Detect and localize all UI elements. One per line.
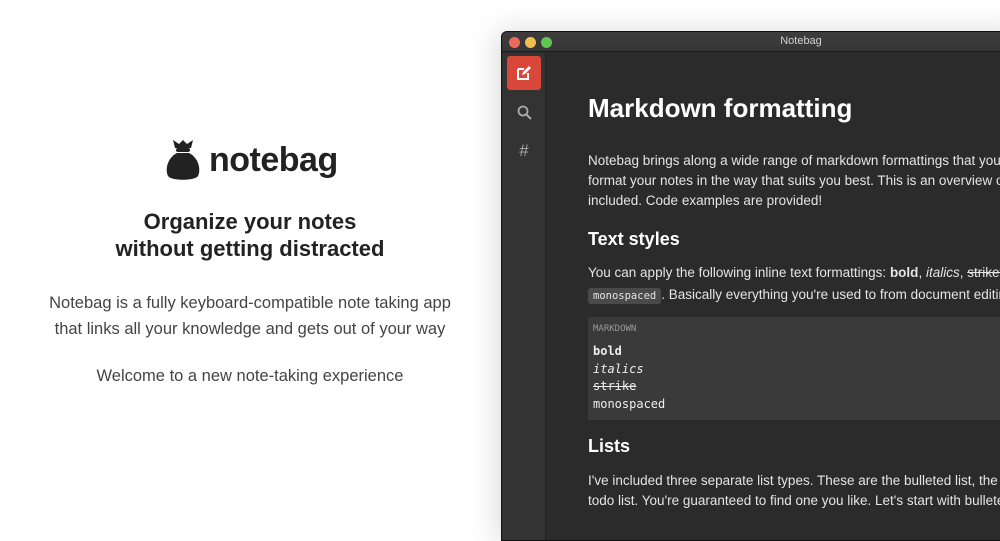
money-bag-icon (166, 140, 200, 180)
description: Notebag is a fully keyboard-compatible n… (0, 290, 500, 342)
text-line: format your notes in the way that suits … (588, 173, 1000, 188)
note-editor[interactable]: Markdown formatting Notebag brings along… (588, 53, 1000, 540)
welcome-text: Welcome to a new note-taking experience (96, 367, 404, 385)
sidebar: # (502, 53, 546, 540)
strike-text: strikethrough (967, 265, 1000, 280)
text: , (918, 265, 926, 280)
lists-paragraph: I've included three separate list types.… (588, 471, 1000, 511)
tagline: Organize your notes without getting distr… (0, 208, 500, 262)
tagline-line: without getting distracted (115, 236, 385, 261)
new-note-button[interactable] (507, 56, 541, 90)
app-window: Notebag # Markdown formatting Notebag br… (501, 31, 1000, 541)
text-line: todo list. You're guaranteed to find one… (588, 493, 1000, 508)
description-line: Notebag is a fully keyboard-compatible n… (49, 294, 451, 312)
brand-logo: notebag (165, 138, 338, 182)
window-title: Notebag (780, 35, 822, 47)
text-line: Notebag brings along a wide range of mar… (588, 153, 1000, 168)
code-line: strike (593, 379, 637, 393)
code-line: monospaced (593, 396, 666, 411)
edit-icon (517, 66, 531, 80)
intro-paragraph: Notebag brings along a wide range of mar… (588, 151, 1000, 211)
tagline-line: Organize your notes (143, 209, 357, 234)
bold-text: bold (889, 265, 919, 280)
code-language-label: MARKDOWN (593, 324, 637, 334)
search-button[interactable] (507, 95, 541, 129)
note-title: Markdown formatting (588, 93, 853, 123)
heading-text-styles: Text styles (588, 229, 680, 249)
text-line: I've included three separate list types.… (588, 473, 1000, 488)
text: . Basically everything you're used to fr… (661, 287, 1000, 302)
brand-name: notebag (209, 140, 338, 179)
italic-text: italics (925, 265, 960, 280)
inline-code: monospaced (588, 288, 662, 304)
code-line: bold (593, 344, 622, 358)
tags-button[interactable]: # (507, 134, 541, 168)
code-block: MARKDOWN bold italics strike monospaced (588, 317, 1000, 420)
description-line: that links all your knowledge and gets o… (54, 320, 446, 338)
text-line: included. Code examples are provided! (588, 193, 823, 208)
code-line: italics (593, 361, 644, 376)
hash-icon: # (519, 141, 529, 160)
heading-lists: Lists (588, 436, 631, 456)
text: You can apply the following inline text … (588, 265, 890, 280)
search-icon (517, 105, 532, 120)
styles-paragraph: You can apply the following inline text … (588, 263, 1000, 306)
marketing-panel: notebag Organize your notes without getti… (0, 0, 500, 525)
title-bar: Notebag (502, 32, 1000, 52)
